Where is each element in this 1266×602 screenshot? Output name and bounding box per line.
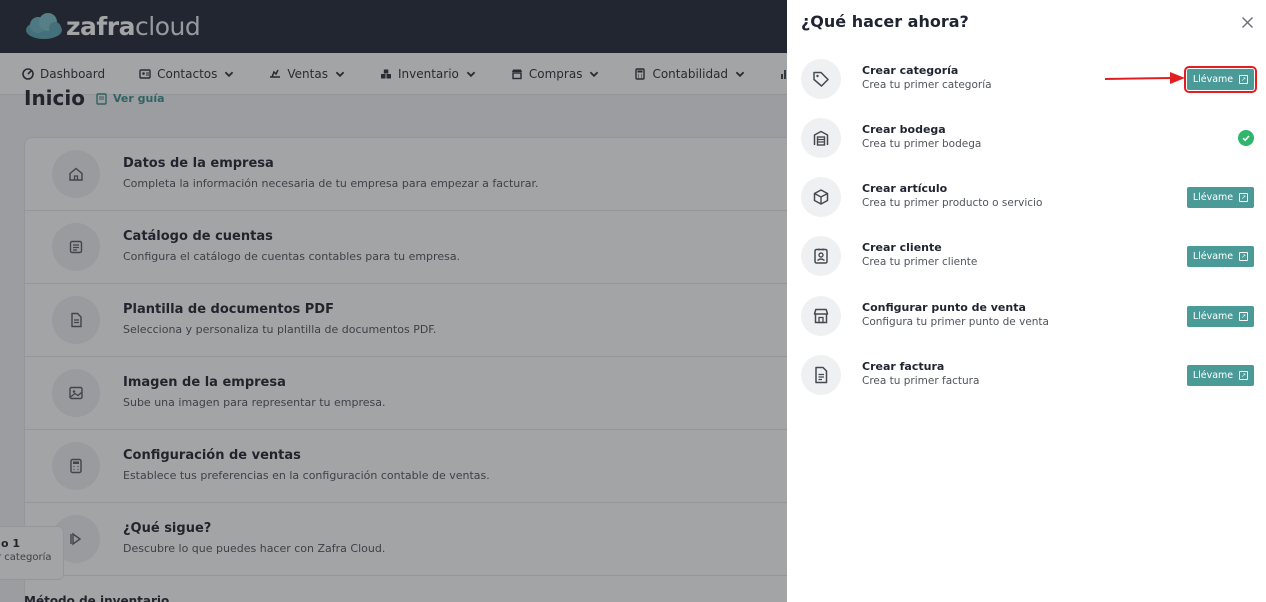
panel-title: ¿Qué hacer ahora? bbox=[801, 12, 969, 31]
take-me-button[interactable]: Llévame ↗ bbox=[1187, 246, 1254, 267]
take-me-button[interactable]: Llévame ↗ bbox=[1187, 187, 1254, 208]
task-description: Configura tu primer punto de venta bbox=[862, 316, 1049, 328]
task-item-crear-factura: Crear factura Crea tu primer factura Llé… bbox=[787, 355, 1266, 414]
task-item-crear-cliente: Crear cliente Crea tu primer cliente Llé… bbox=[787, 236, 1266, 295]
task-item-crear-categoria: Crear categoría Crea tu primer categoría… bbox=[787, 59, 1266, 118]
external-link-icon: ↗ bbox=[1239, 252, 1249, 261]
take-me-label: Llévame bbox=[1192, 370, 1234, 381]
take-me-button[interactable]: Llévame ↗ bbox=[1184, 66, 1257, 93]
task-title: Crear factura bbox=[862, 360, 945, 373]
task-item-configurar-punto-de-venta: Configurar punto de venta Configura tu p… bbox=[787, 296, 1266, 355]
task-icon-wrap bbox=[801, 118, 841, 158]
external-link-icon: ↗ bbox=[1239, 193, 1249, 202]
take-me-label: Llévame bbox=[1192, 311, 1234, 322]
modal-backdrop[interactable] bbox=[0, 0, 787, 602]
task-description: Crea tu primer factura bbox=[862, 375, 980, 387]
external-link-icon: ↗ bbox=[1239, 371, 1249, 380]
take-me-button[interactable]: Llévame ↗ bbox=[1187, 306, 1254, 327]
task-item-crear-bodega: Crear bodega Crea tu primer bodega bbox=[787, 118, 1266, 177]
task-icon-wrap bbox=[801, 177, 841, 217]
next-steps-panel: ¿Qué hacer ahora? Crear categoría Crea t… bbox=[787, 0, 1266, 602]
task-title: Crear cliente bbox=[862, 241, 942, 254]
box-icon bbox=[813, 189, 829, 205]
task-description: Crea tu primer bodega bbox=[862, 138, 982, 150]
task-icon-wrap bbox=[801, 59, 841, 99]
task-icon-wrap bbox=[801, 355, 841, 395]
take-me-label: Llévame bbox=[1192, 74, 1234, 85]
task-description: Crea tu primer cliente bbox=[862, 256, 978, 268]
invoice-icon bbox=[815, 366, 828, 384]
task-title: Configurar punto de venta bbox=[862, 301, 1026, 314]
task-title: Crear categoría bbox=[862, 64, 959, 77]
tag-icon bbox=[813, 71, 829, 87]
close-icon bbox=[1241, 16, 1253, 28]
task-icon-wrap bbox=[801, 236, 841, 276]
task-icon-wrap bbox=[801, 296, 841, 336]
task-description: Crea tu primer producto o servicio bbox=[862, 197, 1043, 209]
task-title: Crear bodega bbox=[862, 123, 946, 136]
task-description: Crea tu primer categoría bbox=[862, 79, 992, 91]
external-link-icon: ↗ bbox=[1239, 312, 1249, 321]
contact-card-icon bbox=[814, 248, 828, 264]
task-item-crear-articulo: Crear artículo Crea tu primer producto o… bbox=[787, 177, 1266, 236]
take-me-label: Llévame bbox=[1192, 251, 1234, 262]
check-circle-icon bbox=[1238, 130, 1254, 146]
take-me-button[interactable]: Llévame ↗ bbox=[1187, 365, 1254, 386]
close-button[interactable] bbox=[1239, 14, 1255, 30]
annotation-arrow-icon bbox=[1104, 72, 1185, 84]
warehouse-icon bbox=[813, 130, 829, 146]
store-icon bbox=[813, 308, 829, 324]
external-link-icon: ↗ bbox=[1239, 75, 1249, 84]
task-title: Crear artículo bbox=[862, 182, 948, 195]
take-me-label: Llévame bbox=[1192, 192, 1234, 203]
